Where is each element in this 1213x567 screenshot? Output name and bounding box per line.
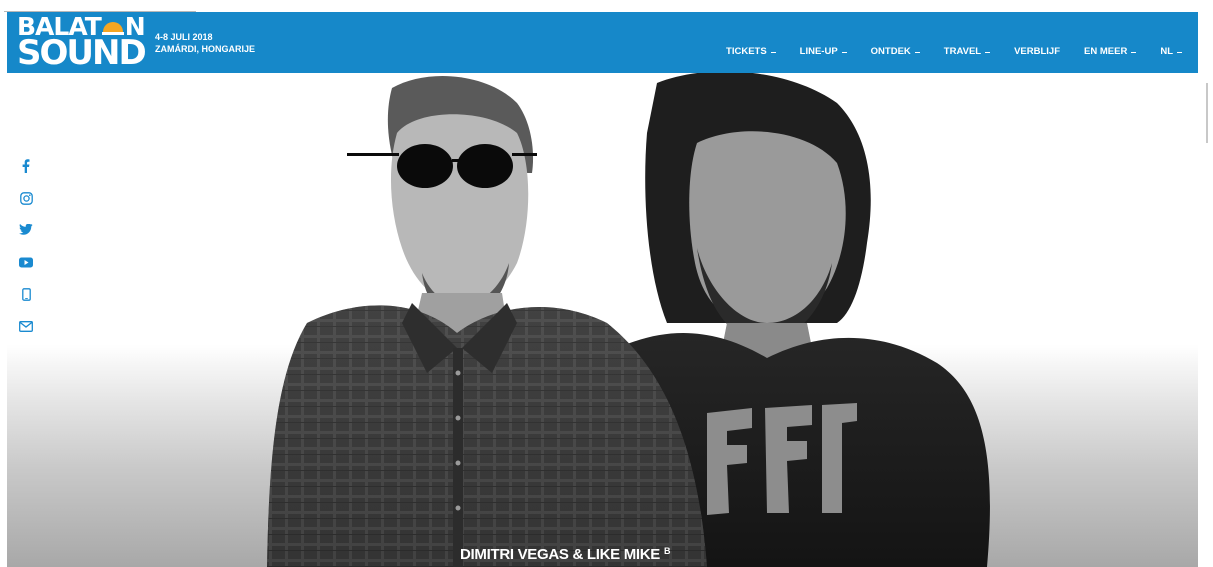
dropdown-icon bbox=[985, 51, 991, 53]
nav-label: VERBLIJF bbox=[1014, 46, 1061, 57]
stage-code-badge: B bbox=[664, 546, 671, 556]
nav-item-travel[interactable]: TRAVEL bbox=[943, 46, 991, 57]
page-scrollbar[interactable] bbox=[1198, 73, 1213, 567]
dropdown-icon bbox=[841, 51, 847, 53]
hero-image bbox=[7, 73, 1198, 567]
page: BALAT N SOUND 4-8 JULI 2018 ZAMÁRDI, HON… bbox=[0, 0, 1213, 567]
nav-label: ONTDEK bbox=[870, 46, 911, 57]
mobile-icon[interactable] bbox=[18, 286, 34, 302]
artist-name-caption[interactable]: DIMITRI VEGAS & LIKE MIKE B bbox=[460, 546, 671, 563]
nav-item-tickets[interactable]: TICKETS bbox=[726, 46, 776, 57]
twitter-icon[interactable] bbox=[18, 222, 34, 238]
youtube-icon[interactable] bbox=[18, 254, 34, 270]
nav-label: LINE-UP bbox=[799, 46, 838, 57]
nav-item-language[interactable]: NL bbox=[1160, 46, 1182, 57]
dropdown-icon bbox=[914, 51, 920, 53]
balaton-sound-logo[interactable]: BALAT N SOUND bbox=[17, 14, 147, 71]
scrollbar-thumb[interactable] bbox=[1206, 83, 1208, 143]
social-links bbox=[18, 158, 40, 350]
dropdown-icon bbox=[1131, 51, 1137, 53]
nav-item-ontdek[interactable]: ONTDEK bbox=[871, 46, 920, 57]
nav-item-line-up[interactable]: LINE-UP bbox=[800, 46, 847, 57]
nav-label: NL bbox=[1160, 46, 1173, 57]
nav-label: TRAVEL bbox=[943, 46, 982, 57]
nav-label: EN MEER bbox=[1084, 46, 1128, 57]
instagram-icon[interactable] bbox=[18, 190, 34, 206]
mail-icon[interactable] bbox=[18, 318, 34, 334]
nav-label: TICKETS bbox=[726, 46, 767, 57]
nav-item-verblijf[interactable]: VERBLIJF bbox=[1014, 46, 1060, 57]
main-nav: TICKETS LINE-UP ONTDEK TRAVEL VERBLIJF E… bbox=[702, 46, 1182, 57]
festival-dates: 4-8 JULI 2018 bbox=[155, 32, 213, 42]
artist-photo bbox=[267, 73, 990, 567]
logo-text-sound: SOUND bbox=[17, 33, 147, 73]
facebook-icon[interactable] bbox=[18, 158, 34, 174]
festival-info: 4-8 JULI 2018 ZAMÁRDI, HONGARIJE bbox=[155, 31, 255, 55]
site-header: BALAT N SOUND 4-8 JULI 2018 ZAMÁRDI, HON… bbox=[7, 12, 1198, 73]
artist-name: DIMITRI VEGAS & LIKE MIKE bbox=[460, 546, 661, 563]
festival-location: ZAMÁRDI, HONGARIJE bbox=[155, 44, 256, 54]
nav-item-en-meer[interactable]: EN MEER bbox=[1084, 46, 1137, 57]
dropdown-icon bbox=[1177, 51, 1182, 53]
dropdown-icon bbox=[770, 51, 776, 53]
